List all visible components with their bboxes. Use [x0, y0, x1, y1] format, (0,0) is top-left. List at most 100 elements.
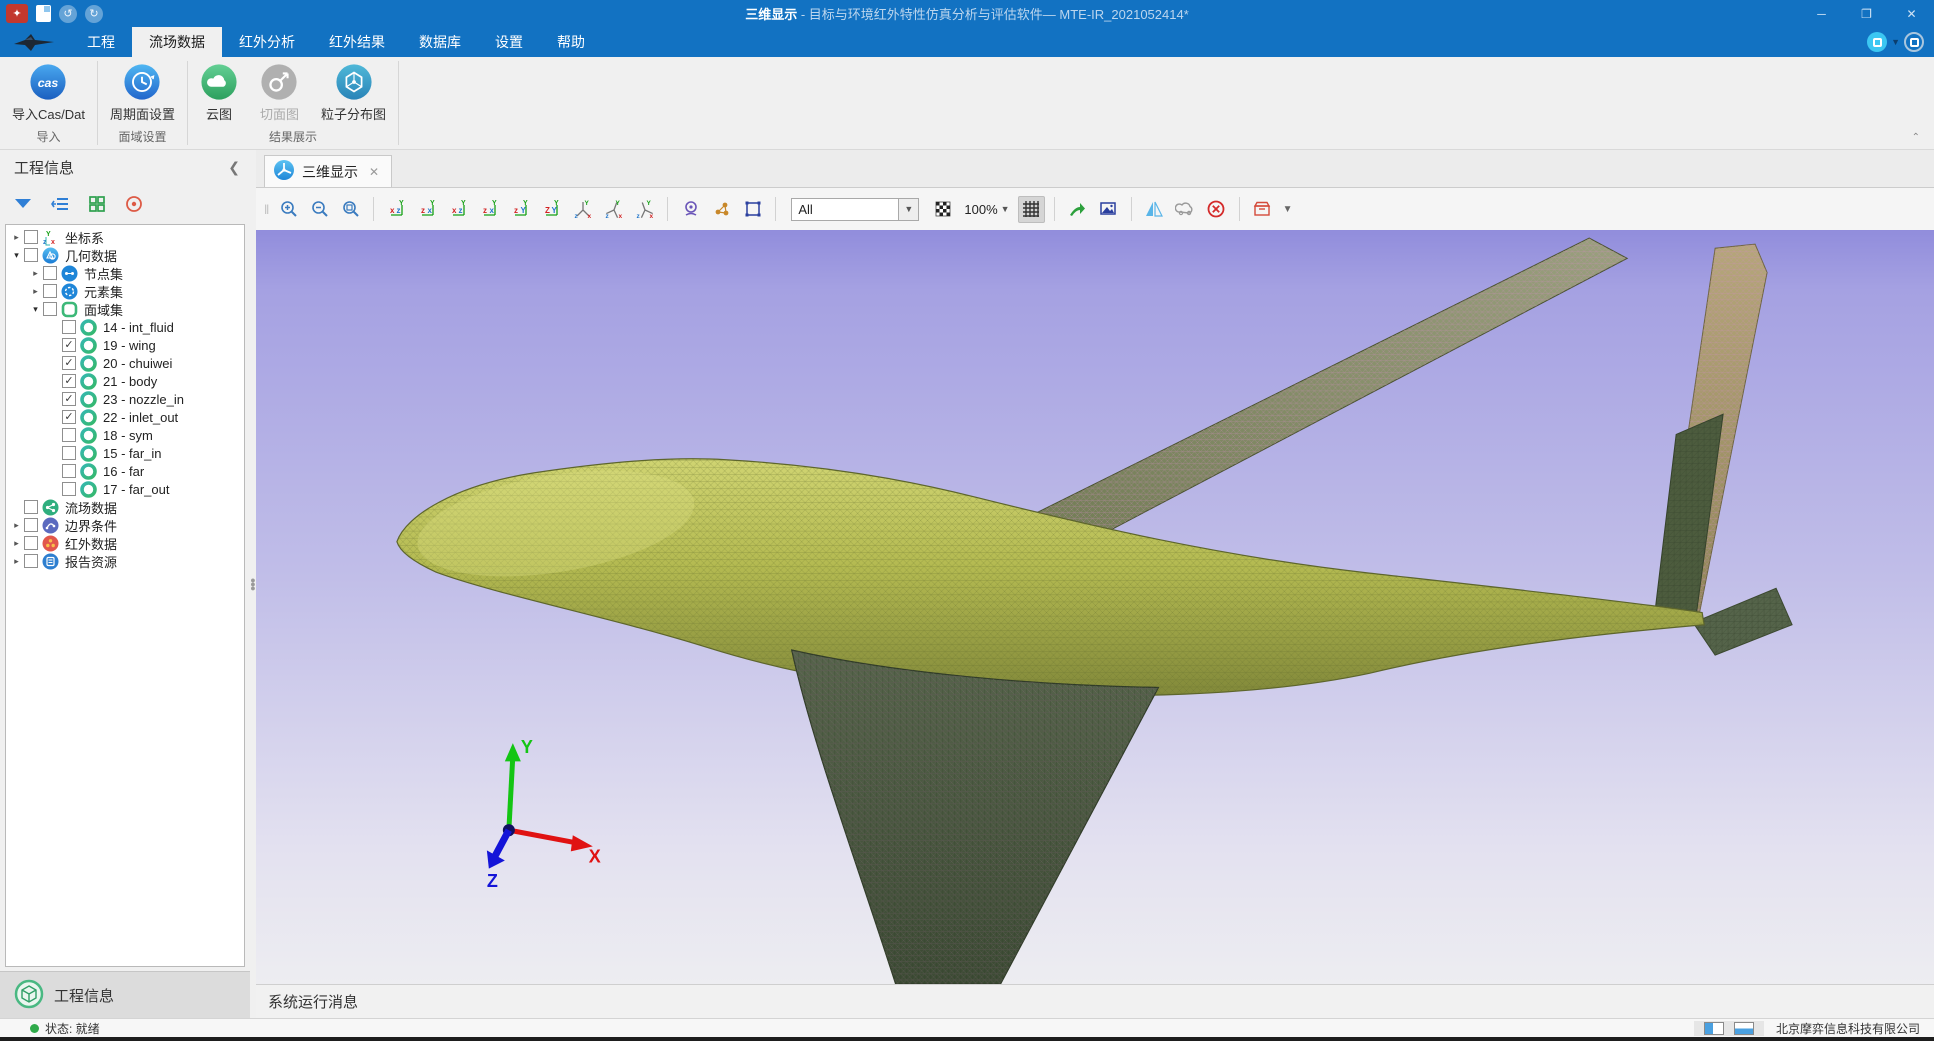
view-zx-icon[interactable]: zxY: [414, 196, 441, 223]
tree-item[interactable]: ✓19 - wing: [6, 336, 244, 354]
view-xz-icon[interactable]: xzY: [383, 196, 410, 223]
menu-item-4[interactable]: 数据库: [402, 27, 478, 57]
ribbon-button-2-0[interactable]: 云图: [194, 61, 244, 125]
maximize-button[interactable]: ❐: [1844, 0, 1889, 27]
menu-item-0[interactable]: 工程: [70, 27, 132, 57]
grid-view-icon[interactable]: [86, 193, 108, 215]
view-xz-front-icon[interactable]: xzY: [445, 196, 472, 223]
clear-all-icon[interactable]: [1203, 196, 1230, 223]
ribbon-button-2-2[interactable]: 粒子分布图: [315, 61, 392, 125]
ribbon-collapse-icon[interactable]: ⌃: [1912, 132, 1920, 143]
filter-icon[interactable]: [12, 193, 34, 215]
visibility-checkbox[interactable]: [43, 284, 57, 298]
tree-item[interactable]: 18 - sym: [6, 426, 244, 444]
menu-item-1[interactable]: 流场数据: [132, 27, 222, 57]
style-picker-icon[interactable]: [1867, 32, 1887, 52]
save-scene-caret-icon[interactable]: ▼: [1280, 197, 1296, 221]
ribbon-button-0-0[interactable]: cas导入Cas/Dat: [6, 61, 91, 125]
zoom-level-dropdown[interactable]: 100%▼: [964, 202, 1009, 217]
tree-item[interactable]: ✓22 - inlet_out: [6, 408, 244, 426]
tab-close-icon[interactable]: ✕: [369, 165, 379, 179]
tree-item[interactable]: ▸元素集: [6, 282, 244, 300]
tree-item[interactable]: ▸边界条件: [6, 516, 244, 534]
theme-ring-icon[interactable]: [1904, 32, 1924, 52]
visibility-checkbox[interactable]: [62, 320, 76, 334]
visibility-checkbox[interactable]: ✓: [62, 374, 76, 388]
tree-item[interactable]: ✓21 - body: [6, 372, 244, 390]
tree-item[interactable]: 15 - far_in: [6, 444, 244, 462]
visibility-checkbox[interactable]: ✓: [62, 338, 76, 352]
visibility-checkbox[interactable]: ✓: [62, 410, 76, 424]
layout-left-panel-icon[interactable]: [1704, 1022, 1724, 1035]
visibility-checkbox[interactable]: ✓: [62, 392, 76, 406]
zoom-in-icon[interactable]: [275, 196, 302, 223]
view-iso-3-icon[interactable]: Yzx: [631, 196, 658, 223]
view-iso-1-icon[interactable]: Yzx: [569, 196, 596, 223]
tree-item[interactable]: ▸Yzx坐标系: [6, 228, 244, 246]
expander-collapsed-icon[interactable]: ▸: [10, 538, 23, 549]
mirror-icon[interactable]: [1141, 196, 1168, 223]
save-scene-icon[interactable]: [1249, 196, 1276, 223]
expander-expanded-icon[interactable]: ▾: [10, 250, 23, 261]
app-logo-icon[interactable]: ✦: [6, 4, 28, 23]
tree-item[interactable]: 14 - int_fluid: [6, 318, 244, 336]
tree-item[interactable]: ✓20 - chuiwei: [6, 354, 244, 372]
opacity-checker-icon[interactable]: [929, 196, 956, 223]
tree-item[interactable]: 17 - far_out: [6, 480, 244, 498]
mesh-grid-icon[interactable]: [1018, 196, 1045, 223]
close-button[interactable]: ✕: [1889, 0, 1934, 27]
menu-item-3[interactable]: 红外结果: [312, 27, 402, 57]
expander-expanded-icon[interactable]: ▾: [29, 304, 42, 315]
layout-bottom-panel-icon[interactable]: [1734, 1022, 1754, 1035]
visibility-checkbox[interactable]: [62, 428, 76, 442]
tree-item[interactable]: ▾几何数据: [6, 246, 244, 264]
perspective-camera-icon[interactable]: [677, 196, 704, 223]
redo-icon[interactable]: ↻: [85, 5, 103, 23]
project-info-bottom-tab[interactable]: 工程信息: [0, 971, 250, 1018]
visibility-checkbox[interactable]: [24, 554, 38, 568]
expander-collapsed-icon[interactable]: ▸: [10, 556, 23, 567]
export-curve-arrow-icon[interactable]: [1064, 196, 1091, 223]
visibility-checkbox[interactable]: [62, 446, 76, 460]
expander-collapsed-icon[interactable]: ▸: [29, 268, 42, 279]
visibility-checkbox[interactable]: [24, 500, 38, 514]
visibility-checkbox[interactable]: [62, 482, 76, 496]
tree-item[interactable]: ▸节点集: [6, 264, 244, 282]
toolbar-grip[interactable]: ‖: [264, 202, 269, 217]
visibility-checkbox[interactable]: [62, 464, 76, 478]
tree-item[interactable]: ▾面域集: [6, 300, 244, 318]
combo-dropdown-icon[interactable]: ▼: [898, 199, 918, 220]
view-zy-icon[interactable]: zYY: [507, 196, 534, 223]
expander-collapsed-icon[interactable]: ▸: [10, 520, 23, 531]
visibility-checkbox[interactable]: [43, 266, 57, 280]
menu-item-2[interactable]: 红外分析: [222, 27, 312, 57]
visibility-checkbox[interactable]: [24, 518, 38, 532]
view-iso-2-icon[interactable]: Yzx: [600, 196, 627, 223]
visibility-checkbox[interactable]: [24, 248, 38, 262]
viewport-3d[interactable]: Y X Z: [256, 230, 1934, 984]
tree-item[interactable]: ▸报告资源: [6, 552, 244, 570]
expander-collapsed-icon[interactable]: ▸: [10, 232, 23, 243]
smooth-shell-icon[interactable]: [1172, 196, 1199, 223]
menu-item-6[interactable]: 帮助: [540, 27, 602, 57]
tree-item[interactable]: ✓23 - nozzle_in: [6, 390, 244, 408]
tab-3d-view[interactable]: 三维显示 ✕: [264, 155, 392, 187]
style-caret-icon[interactable]: ▼: [1891, 37, 1900, 47]
view-zx-back-icon[interactable]: zxY: [476, 196, 503, 223]
visibility-checkbox[interactable]: [43, 302, 57, 316]
visibility-checkbox[interactable]: [24, 536, 38, 550]
display-filter-combo[interactable]: All▼: [791, 198, 919, 221]
render-nodes-icon[interactable]: [708, 196, 735, 223]
tree-item[interactable]: 16 - far: [6, 462, 244, 480]
list-outline-icon[interactable]: [49, 193, 71, 215]
snapshot-icon[interactable]: [1095, 196, 1122, 223]
undo-icon[interactable]: ↺: [59, 5, 77, 23]
zoom-out-icon[interactable]: [306, 196, 333, 223]
tree-item[interactable]: ▸红外数据: [6, 534, 244, 552]
zoom-window-icon[interactable]: [337, 196, 364, 223]
visibility-checkbox[interactable]: [24, 230, 38, 244]
expander-collapsed-icon[interactable]: ▸: [29, 286, 42, 297]
panel-collapse-icon[interactable]: ❮: [228, 159, 240, 176]
new-document-icon[interactable]: [36, 5, 51, 22]
target-icon[interactable]: [123, 193, 145, 215]
